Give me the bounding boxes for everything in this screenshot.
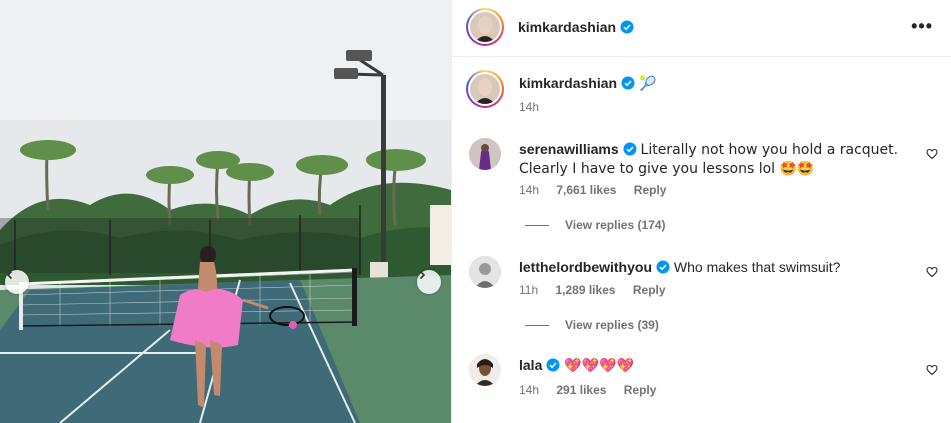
comment-body: letthelordbewithyou Who makes that swims…: [519, 258, 912, 276]
divider-line: [525, 225, 549, 227]
chevron-left-icon: [6, 270, 13, 280]
comment-username[interactable]: letthelordbewithyou: [519, 259, 652, 275]
comment-meta: 11h 1,289 likes Reply: [519, 283, 680, 297]
commenter-avatar[interactable]: [469, 354, 501, 386]
comment-body: lala 💖💖💖💖: [519, 356, 912, 375]
author-username[interactable]: kimkardashian: [518, 19, 616, 35]
author-avatar[interactable]: [466, 8, 504, 46]
caption-body: kimkardashian 🎾: [519, 74, 912, 93]
view-replies-label: View replies (39): [565, 318, 659, 332]
carousel-prev-button[interactable]: [5, 270, 29, 294]
comment-likes[interactable]: 291 likes: [556, 383, 606, 397]
avatar-image: [469, 138, 501, 170]
avatar-image: [469, 354, 501, 386]
caption-avatar[interactable]: [466, 70, 504, 108]
comment-likes[interactable]: 7,661 likes: [556, 183, 616, 197]
view-replies-button[interactable]: View replies (39): [525, 318, 659, 332]
comment-username[interactable]: lala: [519, 357, 542, 373]
heart-icon[interactable]: [926, 148, 938, 160]
comment-time[interactable]: 11h: [519, 283, 538, 297]
caption-text: 🎾: [638, 76, 657, 92]
comment-time[interactable]: 14h: [519, 183, 539, 197]
comment-meta: 14h 291 likes Reply: [519, 383, 670, 397]
divider-line: [525, 325, 549, 327]
comment-text: 💖💖💖💖: [564, 358, 634, 374]
commenter-avatar[interactable]: [469, 256, 501, 288]
comment-username[interactable]: serenawilliams: [519, 141, 619, 157]
caption-time[interactable]: 14h: [519, 100, 539, 114]
verified-badge-icon: [656, 260, 670, 274]
tennis-court-photo: [0, 0, 451, 423]
post-media[interactable]: [0, 0, 451, 423]
heart-icon[interactable]: [926, 364, 938, 376]
commenter-avatar[interactable]: [469, 138, 501, 170]
reply-button[interactable]: Reply: [624, 383, 657, 397]
comment-meta: 14h 7,661 likes Reply: [519, 183, 680, 197]
avatar-image: [470, 12, 500, 42]
view-replies-label: View replies (174): [565, 218, 666, 232]
verified-badge-icon: [621, 76, 635, 90]
carousel-next-button[interactable]: [417, 270, 441, 294]
reply-button[interactable]: Reply: [633, 283, 666, 297]
verified-badge-icon: [623, 142, 637, 156]
comment-text: Who makes that swimsuit?: [673, 259, 841, 275]
caption-username[interactable]: kimkardashian: [519, 75, 617, 91]
chevron-right-icon: [419, 270, 426, 280]
post-header: kimkardashian •••: [452, 0, 951, 57]
verified-badge-icon: [620, 20, 634, 34]
reply-button[interactable]: Reply: [634, 183, 667, 197]
view-replies-button[interactable]: View replies (174): [525, 218, 666, 232]
comment-time[interactable]: 14h: [519, 383, 539, 397]
caption-meta: 14h: [519, 100, 553, 114]
comment-body: serenawilliams Literally not how you hol…: [519, 140, 912, 178]
avatar-image: [469, 256, 501, 288]
more-options-icon: •••: [911, 16, 933, 36]
more-options-button[interactable]: •••: [911, 16, 933, 37]
verified-badge-icon: [546, 358, 560, 372]
post-details-panel: kimkardashian ••• kimkardashian 🎾 14h se…: [451, 0, 951, 423]
avatar-image: [470, 74, 500, 104]
comment-likes[interactable]: 1,289 likes: [555, 283, 615, 297]
heart-icon[interactable]: [926, 266, 938, 278]
